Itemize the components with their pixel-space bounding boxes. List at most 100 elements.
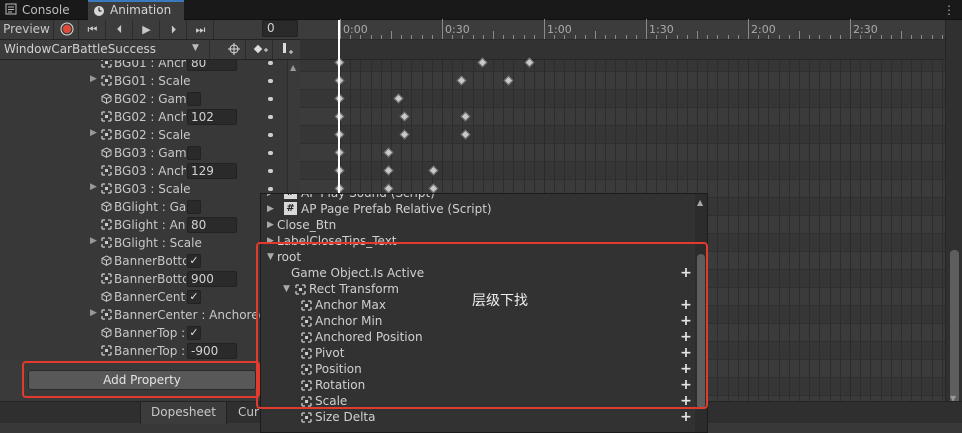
dopesheet-tab[interactable]: Dopesheet xyxy=(140,402,227,424)
ruler-minor-tick xyxy=(758,35,760,39)
ruler-minor-tick xyxy=(727,35,729,39)
expand-arrow-icon[interactable]: ▶ xyxy=(90,236,97,246)
ruler-major-tick xyxy=(850,19,851,39)
property-value-field[interactable]: -900 xyxy=(187,343,237,359)
play-button[interactable]: ▶ xyxy=(134,20,160,39)
popup-tree-row[interactable]: ▶ Close_Btn xyxy=(261,217,697,233)
property-value-field[interactable]: 102 xyxy=(187,109,237,125)
ruler-minor-tick xyxy=(523,35,525,39)
ruler-minor-tick xyxy=(778,35,780,39)
ruler-minor-tick xyxy=(564,35,566,39)
property-value-field[interactable]: 900 xyxy=(187,271,237,287)
dopesheet-row[interactable] xyxy=(300,72,945,90)
property-options-icon[interactable] xyxy=(268,151,273,155)
ruler-minor-tick xyxy=(411,35,413,39)
ruler-minor-tick xyxy=(697,31,698,39)
popup-tree-row[interactable]: ▶ # AP Page Prefab Relative (Script) xyxy=(261,201,697,217)
collapsed-arrow-icon[interactable]: ▶ xyxy=(267,194,274,201)
property-checkbox[interactable] xyxy=(187,200,201,214)
frame-number-field[interactable]: 0 xyxy=(262,20,298,37)
property-row[interactable]: BannerBotto 900 xyxy=(0,270,287,288)
dopesheet-vertical-scrollbar[interactable]: ▼ xyxy=(945,20,962,410)
property-row[interactable]: BG01 : Anch 80 xyxy=(0,60,287,72)
property-row[interactable]: BG03 : Anch 129 xyxy=(0,162,287,180)
add-keyframe-button[interactable] xyxy=(247,40,273,59)
record-button[interactable] xyxy=(55,20,79,39)
property-label: BannerCente xyxy=(114,290,186,304)
window-tab-bar: Console Animation ⋮ xyxy=(0,0,962,20)
cube-icon xyxy=(101,201,112,212)
property-row[interactable]: ▶ BGlight : Scale xyxy=(0,234,287,252)
ruler-minor-tick xyxy=(554,35,556,39)
ruler-minor-tick xyxy=(431,35,433,39)
last-keyframe-button[interactable]: ⏭ xyxy=(188,20,214,39)
playhead-handle[interactable] xyxy=(338,20,340,60)
preview-button[interactable]: Preview xyxy=(0,20,54,39)
property-value-field[interactable]: 80 xyxy=(187,217,237,233)
dopesheet-row[interactable] xyxy=(300,54,945,72)
add-event-marker-button[interactable] xyxy=(222,40,246,59)
property-value-field[interactable]: 80 xyxy=(187,60,237,71)
property-options-icon[interactable] xyxy=(268,61,273,65)
property-options-icon[interactable] xyxy=(268,169,273,173)
rect-transform-icon xyxy=(301,411,313,423)
collapsed-arrow-icon[interactable]: ▶ xyxy=(267,201,274,217)
vertical-scroll-thumb[interactable] xyxy=(950,250,959,410)
property-options-icon[interactable] xyxy=(268,187,273,191)
tab-animation[interactable]: Animation xyxy=(88,0,184,20)
property-label: BannerBotto xyxy=(114,254,186,268)
grid-line xyxy=(799,60,800,410)
prev-keyframe-button[interactable]: ⏴ xyxy=(107,20,133,39)
dopesheet-row[interactable] xyxy=(300,162,945,180)
property-row[interactable]: ▶ BG01 : Scale xyxy=(0,72,287,90)
property-options-icon[interactable] xyxy=(268,79,273,83)
property-checkbox[interactable] xyxy=(187,146,201,160)
property-options-icon[interactable] xyxy=(268,115,273,119)
tab-console[interactable]: Console xyxy=(0,0,86,20)
clip-selector[interactable]: WindowCarBattleSuccess xyxy=(0,40,210,59)
property-row[interactable]: BGlight : Anc 80 xyxy=(0,216,287,234)
property-row[interactable]: BannerCente ✓ xyxy=(0,288,287,306)
rect-transform-icon xyxy=(101,75,112,86)
property-options-icon[interactable] xyxy=(268,133,273,137)
dopesheet-row[interactable] xyxy=(300,108,945,126)
ruler-major-tick xyxy=(544,19,545,39)
ruler-minor-tick xyxy=(584,35,586,39)
property-checkbox[interactable]: ✓ xyxy=(187,254,201,268)
property-row[interactable]: BG02 : Anch 102 xyxy=(0,108,287,126)
property-row[interactable]: BannerTop : ✓ xyxy=(0,324,287,342)
popup-tree-row[interactable]: ▶ # AP Play Sound (Script) xyxy=(261,194,697,201)
expand-arrow-icon[interactable]: ▶ xyxy=(90,182,97,192)
expand-arrow-icon[interactable]: ▶ xyxy=(90,308,97,318)
property-row[interactable]: ▶ BannerCenter : Anchored xyxy=(0,306,287,324)
rect-transform-icon xyxy=(101,129,112,140)
ruler-minor-tick xyxy=(901,31,902,39)
add-event-button[interactable] xyxy=(274,40,300,59)
property-row[interactable]: BannerTop : -900 xyxy=(0,342,287,360)
ruler-minor-tick xyxy=(615,35,617,39)
property-checkbox[interactable]: ✓ xyxy=(187,326,201,340)
property-row[interactable]: BGlight : Gar xyxy=(0,198,287,216)
property-row[interactable]: BG02 : Game xyxy=(0,90,287,108)
first-keyframe-button[interactable]: ⏮ xyxy=(80,20,106,39)
ruler-major-tick xyxy=(646,19,647,39)
expand-arrow-icon[interactable]: ▶ xyxy=(90,74,97,84)
property-row[interactable]: BannerBotto ✓ xyxy=(0,252,287,270)
animation-toolbar: Preview ⏮ ⏴ ▶ ⏵ ⏭ xyxy=(0,20,300,40)
property-value-field[interactable]: 129 xyxy=(187,163,237,179)
more-options-icon[interactable]: ⋮ xyxy=(942,3,956,17)
timeline-ruler[interactable]: 0:00 0:30 1:00 1:30 2:00 2:30 xyxy=(300,19,945,40)
property-row[interactable]: ▶ BG02 : Scale xyxy=(0,126,287,144)
dopesheet-row[interactable] xyxy=(300,126,945,144)
expand-arrow-icon[interactable]: ▶ xyxy=(90,128,97,138)
property-checkbox[interactable]: ✓ xyxy=(187,290,201,304)
collapsed-arrow-icon[interactable]: ▶ xyxy=(267,217,274,233)
property-row[interactable]: ▶ BG03 : Scale xyxy=(0,180,287,198)
grid-line xyxy=(839,60,841,410)
property-options-icon[interactable] xyxy=(268,97,273,101)
property-row[interactable]: BG03 : Game xyxy=(0,144,287,162)
tab-console-label: Console xyxy=(22,3,70,17)
property-checkbox[interactable] xyxy=(187,92,201,106)
dopesheet-row[interactable] xyxy=(300,144,945,162)
next-keyframe-button[interactable]: ⏵ xyxy=(161,20,187,39)
